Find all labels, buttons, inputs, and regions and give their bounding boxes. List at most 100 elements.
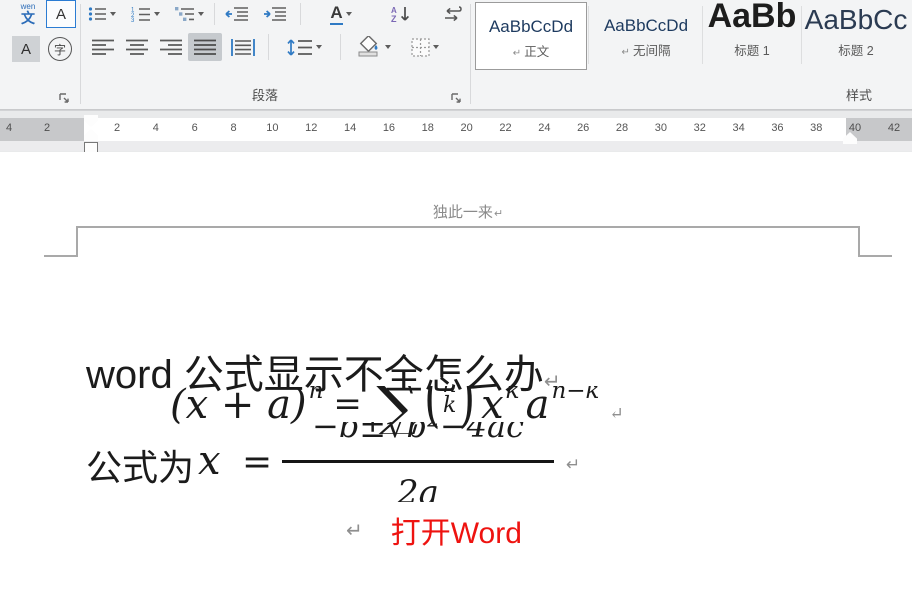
style-card-heading1[interactable]: AaBb 标题 1: [705, 2, 799, 68]
increase-indent-button[interactable]: [258, 2, 292, 26]
character-border-label: A: [56, 6, 66, 23]
character-border-button[interactable]: A: [46, 0, 76, 28]
shading-button[interactable]: [350, 33, 396, 61]
header-corner-left: [44, 226, 78, 257]
horizontal-ruler[interactable]: 4224681012141618202224262830323436384042: [0, 110, 912, 153]
style-sample: AaBbCcDd: [604, 16, 688, 36]
phonetic-guide-button[interactable]: wen 文: [12, 0, 44, 28]
align-right-button[interactable]: [156, 33, 186, 61]
equals-sign: =: [242, 442, 272, 483]
phonetic-char-label: 文: [21, 11, 35, 25]
bullets-icon: [88, 6, 107, 22]
style-name: ↵正文: [476, 41, 586, 60]
svg-text:Z: Z: [391, 14, 397, 23]
ribbon: wen 文 A A 字: [0, 0, 912, 110]
character-shading-button[interactable]: A: [12, 36, 40, 62]
distribute-icon: [230, 39, 256, 56]
dialog-launcher-icon: [450, 92, 462, 104]
enclose-character-button[interactable]: 字: [46, 36, 74, 62]
button-divider: [300, 3, 301, 25]
pilcrow-mark: ↵: [566, 455, 580, 475]
style-sample: AaBb: [708, 2, 797, 36]
multilevel-list-button[interactable]: [170, 2, 208, 26]
style-name: 标题 2: [804, 40, 908, 59]
shading-caret[interactable]: [385, 45, 391, 49]
increase-indent-icon: [263, 6, 287, 22]
pilcrow-mark: ↵: [346, 520, 363, 542]
multilevel-caret[interactable]: [198, 12, 204, 16]
quadratic-variable: x: [198, 438, 221, 484]
bullets-button[interactable]: [84, 2, 120, 26]
align-right-icon: [160, 39, 182, 56]
term-x-exp: k: [506, 386, 520, 404]
character-shading-label: A: [21, 41, 31, 58]
styles-group-label: 样式: [846, 85, 872, 104]
equals-sign: =: [333, 386, 362, 424]
asian-layout-icon: A: [330, 3, 342, 25]
header-boundary-line: [76, 226, 860, 228]
borders-button[interactable]: [402, 33, 448, 61]
header-corner-right: [858, 226, 892, 257]
style-card-heading2[interactable]: AaBbCc 标题 2: [804, 2, 908, 68]
distribute-button[interactable]: [226, 33, 260, 61]
shading-icon: [356, 36, 382, 58]
show-hide-marks-button[interactable]: [438, 2, 468, 26]
style-separator: [588, 6, 589, 64]
align-center-icon: [126, 39, 148, 56]
word-window: wen 文 A A 字: [0, 0, 912, 609]
borders-caret[interactable]: [433, 45, 439, 49]
style-card-no-spacing[interactable]: AaBbCcDd ↵无间隔: [591, 2, 701, 68]
paragraph-group-label: 段落: [252, 85, 278, 104]
justify-button[interactable]: [188, 33, 222, 61]
button-divider: [268, 34, 269, 60]
group-divider: [470, 4, 471, 104]
borders-icon: [411, 38, 430, 57]
multilevel-list-icon: [175, 6, 195, 22]
line-spacing-icon: [287, 38, 313, 57]
button-divider: [214, 3, 215, 25]
style-separator: [801, 6, 802, 64]
binomial-exponent: n: [309, 386, 324, 404]
bullets-caret[interactable]: [110, 12, 116, 16]
align-left-icon: [92, 39, 114, 56]
paragraph-dialog-launcher[interactable]: [450, 92, 464, 106]
justify-icon: [194, 39, 216, 56]
formula-quadratic-line: 公式为 x = −b±√b²−4ac 2a ↵: [84, 422, 624, 502]
numbering-caret[interactable]: [154, 12, 160, 16]
sort-button[interactable]: A Z: [382, 2, 422, 26]
pilcrow-mark: ↵: [610, 404, 624, 424]
numbering-icon: 123: [131, 6, 151, 22]
asian-layout-button[interactable]: A: [318, 2, 364, 26]
style-name: 标题 1: [705, 40, 799, 59]
fraction: −b±√b²−4ac 2a: [282, 422, 554, 502]
line-spacing-caret[interactable]: [316, 45, 322, 49]
style-sample: AaBbCc: [805, 4, 908, 36]
style-card-normal[interactable]: AaBbCcDd ↵正文: [475, 2, 587, 70]
decrease-indent-icon: [225, 6, 249, 22]
decrease-indent-button[interactable]: [222, 2, 252, 26]
term-a-exp: n−k: [551, 386, 599, 404]
line-spacing-button[interactable]: [280, 33, 328, 61]
fraction-denominator: 2a: [282, 473, 554, 502]
font-dialog-launcher[interactable]: [58, 92, 72, 106]
ruler-lower-strip: [0, 141, 912, 151]
fraction-numerator: −b±√b²−4ac: [282, 422, 554, 445]
binomial-coefficient: n k: [443, 386, 457, 416]
red-text: 打开Word: [391, 517, 522, 550]
align-center-button[interactable]: [122, 33, 152, 61]
document-page[interactable]: 独此一来↵ word 公式显示不全怎么办↵ (x + a) n = ∑ ( n …: [0, 152, 912, 609]
dialog-launcher-icon: [58, 92, 70, 104]
enclose-character-icon: 字: [48, 37, 72, 61]
sort-icon: A Z: [390, 5, 414, 23]
body-line-red: ↵ 打开Word: [346, 508, 522, 552]
asian-layout-caret[interactable]: [346, 12, 352, 16]
svg-text:3: 3: [131, 18, 135, 22]
numbering-button[interactable]: 123: [126, 2, 164, 26]
style-separator: [702, 6, 703, 64]
align-left-button[interactable]: [88, 33, 118, 61]
style-name: ↵无间隔: [591, 40, 701, 59]
header-text: 独此一来↵: [368, 201, 568, 222]
paragraph-marks-toggle-icon: [443, 5, 463, 23]
style-sample: AaBbCcDd: [489, 17, 573, 37]
button-divider: [340, 34, 341, 60]
